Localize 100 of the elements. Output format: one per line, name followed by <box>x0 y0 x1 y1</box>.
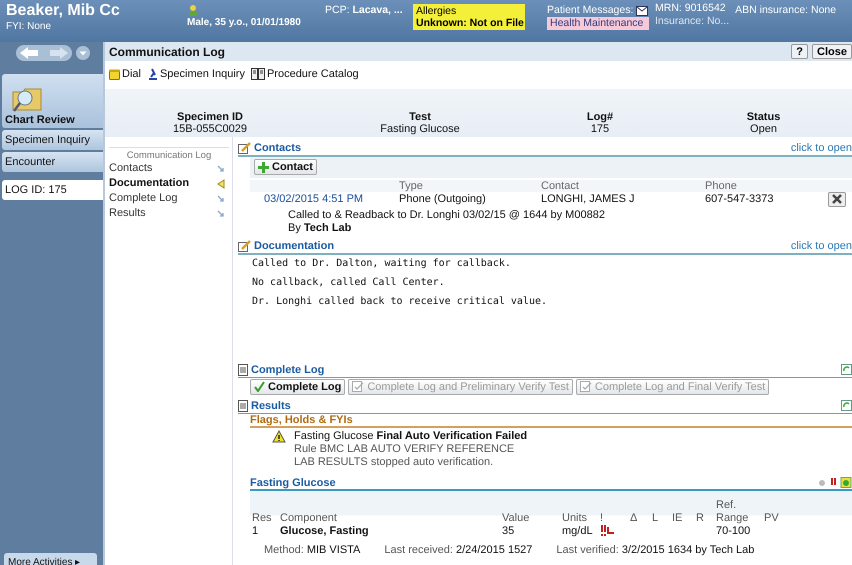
contact-phone: 607-547-3373 <box>705 193 775 205</box>
test-title: Fasting Glucose <box>250 476 336 488</box>
method-text: Method: MIB VISTA <box>264 544 360 556</box>
close-icon <box>832 194 842 204</box>
nav-item[interactable]: Complete Log <box>109 191 229 206</box>
column-header: Value <box>502 512 530 524</box>
result-range: 70-100 <box>716 524 752 538</box>
jump-arrow-icon <box>217 194 225 202</box>
jump-arrow-icon <box>217 210 225 218</box>
microscope-icon <box>146 68 158 80</box>
toolbar-button[interactable]: Specimen Inquiry <box>146 67 245 81</box>
message-icon[interactable] <box>636 5 648 16</box>
back-forward-icon[interactable] <box>16 45 72 61</box>
mrn-text: MRN: 9016542 <box>655 2 727 15</box>
flags-title: Flags, Holds & FYIs <box>250 414 852 428</box>
nav-item[interactable]: Results <box>109 206 229 221</box>
dropdown-icon[interactable] <box>76 46 90 60</box>
column-header: Units <box>562 512 588 524</box>
column-header: ! <box>600 512 604 524</box>
edit-icon <box>238 240 251 252</box>
health-maintenance-badge[interactable]: Health Maintenance <box>547 17 649 30</box>
column-header: L <box>652 512 660 524</box>
summary-label: Status <box>746 111 782 123</box>
document-icon <box>238 364 248 376</box>
sidebar-tab[interactable]: Specimen Inquiry <box>2 130 103 150</box>
section-title: Results <box>251 400 291 412</box>
column-header: Res <box>252 512 273 524</box>
documentation-line: Called to Dr. Dalton, waiting for callback. <box>252 258 512 268</box>
more-activities-button[interactable]: More Activities ▸ <box>4 553 97 565</box>
contact-type: Phone (Outgoing) <box>399 193 487 205</box>
column-header: PV <box>764 512 780 524</box>
documentation-line: No callback, called Call Center. <box>252 276 446 288</box>
document-check-icon <box>352 381 364 392</box>
section-title: Documentation <box>254 240 334 252</box>
activity-title: Communication Log <box>109 44 225 58</box>
column-header: R <box>696 512 705 524</box>
click-to-open-link[interactable]: click to open <box>790 240 852 252</box>
close-button[interactable]: Close <box>812 44 852 59</box>
section-title: Contacts <box>254 142 302 154</box>
column-header: Type <box>399 180 424 192</box>
summary-label: Test <box>408 111 432 123</box>
column-header: Component <box>280 512 338 524</box>
current-marker-icon <box>217 178 225 188</box>
summary-value: Fasting Glucose <box>379 123 461 135</box>
allergies-title: Allergies <box>416 5 458 17</box>
complete-log-button[interactable]: Complete Log <box>250 378 346 394</box>
jump-arrow-icon <box>217 164 225 172</box>
contact-date-link[interactable]: 03/02/2015 4:51 PM <box>254 193 399 205</box>
documentation-line: Dr. Longhi called back to receive critical value. <box>252 296 548 306</box>
contact-name: LONGHI, JAMES J <box>541 193 636 205</box>
checkmark-icon <box>254 381 265 392</box>
patient-name: Beaker, Mib Cc <box>6 2 121 20</box>
sidebar-tab[interactable]: LOG ID: 175 <box>2 180 103 200</box>
contact-note: Called to & Readback to Dr. Longhi 03/02/15 @ 1644 by M00882 <box>288 208 606 222</box>
column-header: Phone <box>705 180 738 192</box>
fyi-text: FYI: None <box>6 20 52 33</box>
flag-detail: LAB RESULTS stopped auto verification. <box>294 456 494 468</box>
refresh-icon[interactable] <box>841 400 852 411</box>
summary-label: Specimen ID <box>176 111 244 123</box>
last-received-text: Last received: 2/24/2015 1527 <box>384 544 532 556</box>
allergies-value: Unknown: Not on File <box>416 17 522 29</box>
click-to-open-link[interactable]: click to open <box>790 142 852 154</box>
allergies-banner[interactable]: Allergies Unknown: Not on File <box>413 4 525 30</box>
patient-messages-label: Patient Messages: <box>547 4 634 17</box>
summary-value: 175 <box>590 123 610 135</box>
plus-icon <box>258 162 269 172</box>
column-header: Δ <box>630 512 638 524</box>
summary-value: 15B-055C0029 <box>172 123 248 135</box>
warning-icon <box>272 430 286 442</box>
help-button[interactable]: ? <box>791 44 808 59</box>
last-verified-text: Last verified: 3/2/2015 1634 by Tech Lab <box>556 544 754 556</box>
column-header: IE <box>672 512 684 524</box>
status-icons <box>818 477 852 488</box>
toolbar-button[interactable]: Procedure Catalog <box>250 67 359 81</box>
catalog-icon <box>250 68 265 80</box>
chart-review-tab[interactable]: Chart Review <box>2 74 103 128</box>
refresh-icon[interactable] <box>841 364 852 375</box>
document-icon <box>238 400 248 412</box>
section-title: Complete Log <box>251 364 324 376</box>
summary-label: Log# <box>586 111 614 123</box>
column-header: Ref. Range <box>716 498 750 524</box>
pcp-text: PCP: Lacava, ... <box>325 3 404 16</box>
sidebar-tab[interactable]: Encounter <box>2 152 103 172</box>
abn-insurance-text: ABN insurance: None <box>735 3 836 16</box>
toolbar-button[interactable]: Dial <box>109 67 141 81</box>
nav-title: Communication Log <box>109 147 229 161</box>
delete-button[interactable] <box>828 192 846 206</box>
demographics-text: Male, 35 y.o., 01/01/1980 <box>187 16 302 29</box>
edit-icon <box>238 142 251 154</box>
flag-message: Fasting Glucose Final Auto Verification Failed <box>294 430 528 442</box>
add-contact-button[interactable]: Contact <box>254 159 317 175</box>
result-value: 35 <box>502 524 516 538</box>
insurance-text: Insurance: No... <box>655 15 730 28</box>
summary-value: Open <box>749 123 778 135</box>
column-header: Contact <box>541 180 580 192</box>
phone-icon <box>109 68 120 80</box>
person-icon <box>187 4 199 16</box>
nav-item[interactable]: Documentation <box>109 176 229 191</box>
document-check-icon <box>580 381 592 392</box>
nav-item[interactable]: Contacts <box>109 161 229 176</box>
